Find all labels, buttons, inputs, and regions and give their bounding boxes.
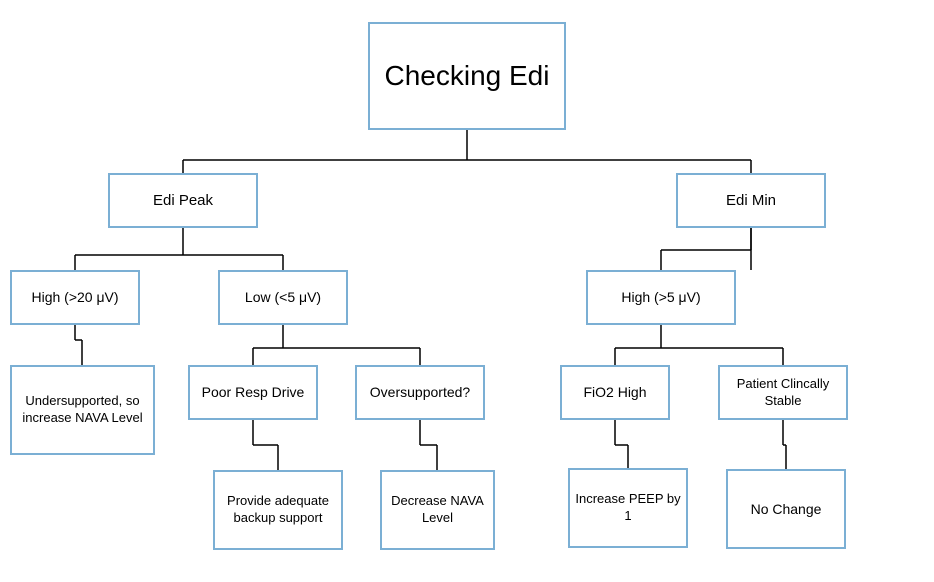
high-20-box: High (>20 μV) — [10, 270, 140, 325]
decrease-nava-label: Decrease NAVA Level — [382, 493, 493, 527]
poor-resp-label: Poor Resp Drive — [202, 383, 305, 401]
increase-peep-box: Increase PEEP by 1 — [568, 468, 688, 548]
edi-min-label: Edi Min — [726, 191, 776, 211]
provide-backup-label: Provide adequate backup support — [215, 493, 341, 527]
root-box: Checking Edi — [368, 22, 566, 130]
edi-peak-label: Edi Peak — [153, 191, 213, 211]
undersupported-label: Undersupported, so increase NAVA Level — [12, 393, 153, 427]
edi-min-box: Edi Min — [676, 173, 826, 228]
oversupported-box: Oversupported? — [355, 365, 485, 420]
oversupported-label: Oversupported? — [370, 383, 470, 401]
no-change-box: No Change — [726, 469, 846, 549]
fio2-high-label: FiO2 High — [583, 383, 646, 401]
fio2-high-box: FiO2 High — [560, 365, 670, 420]
edi-peak-box: Edi Peak — [108, 173, 258, 228]
increase-peep-label: Increase PEEP by 1 — [570, 491, 686, 525]
root-label: Checking Edi — [385, 58, 550, 94]
high-5-box: High (>5 μV) — [586, 270, 736, 325]
low-5-box: Low (<5 μV) — [218, 270, 348, 325]
patient-stable-box: Patient Clincally Stable — [718, 365, 848, 420]
low-5-label: Low (<5 μV) — [245, 288, 321, 306]
decrease-nava-box: Decrease NAVA Level — [380, 470, 495, 550]
poor-resp-box: Poor Resp Drive — [188, 365, 318, 420]
no-change-label: No Change — [751, 500, 822, 518]
patient-stable-label: Patient Clincally Stable — [720, 376, 846, 410]
provide-backup-box: Provide adequate backup support — [213, 470, 343, 550]
high-20-label: High (>20 μV) — [31, 288, 118, 306]
undersupported-box: Undersupported, so increase NAVA Level — [10, 365, 155, 455]
diagram: Checking Edi Edi Peak Edi Min High (>20 … — [0, 0, 934, 582]
high-5-label: High (>5 μV) — [621, 288, 700, 306]
